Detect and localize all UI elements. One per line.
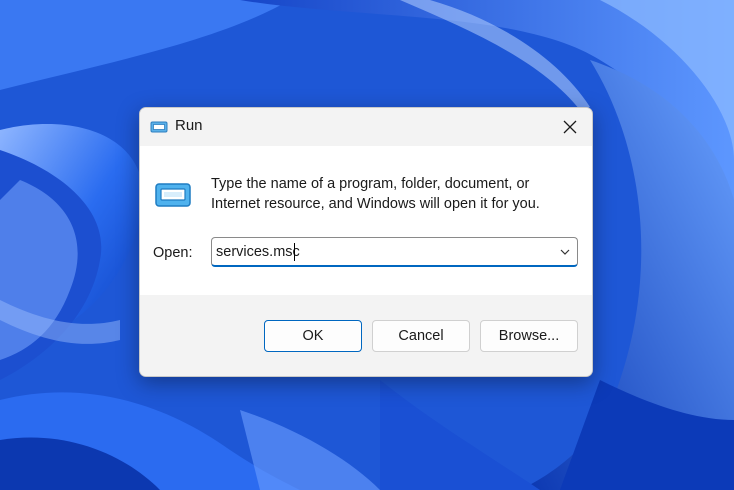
open-combobox[interactable] [211,237,578,267]
browse-button[interactable]: Browse... [480,320,578,352]
close-icon [563,120,577,134]
text-caret [294,243,295,261]
ok-button[interactable]: OK [264,320,362,352]
dialog-description: Type the name of a program, folder, docu… [211,176,540,212]
run-icon [155,183,191,207]
run-dialog: Run Type the name of a program, folder, … [139,107,593,377]
open-input[interactable] [216,241,536,263]
run-icon [150,121,168,133]
title-bar[interactable]: Run [140,108,592,146]
dialog-content: Type the name of a program, folder, docu… [140,146,592,295]
desktop: Run Type the name of a program, folder, … [0,0,734,490]
cancel-button[interactable]: Cancel [372,320,470,352]
open-label: Open: [153,245,193,261]
dialog-footer: OK Cancel Browse... [140,295,592,376]
dialog-title: Run [175,117,203,134]
chevron-down-icon[interactable] [559,246,571,258]
close-button[interactable] [548,108,592,146]
